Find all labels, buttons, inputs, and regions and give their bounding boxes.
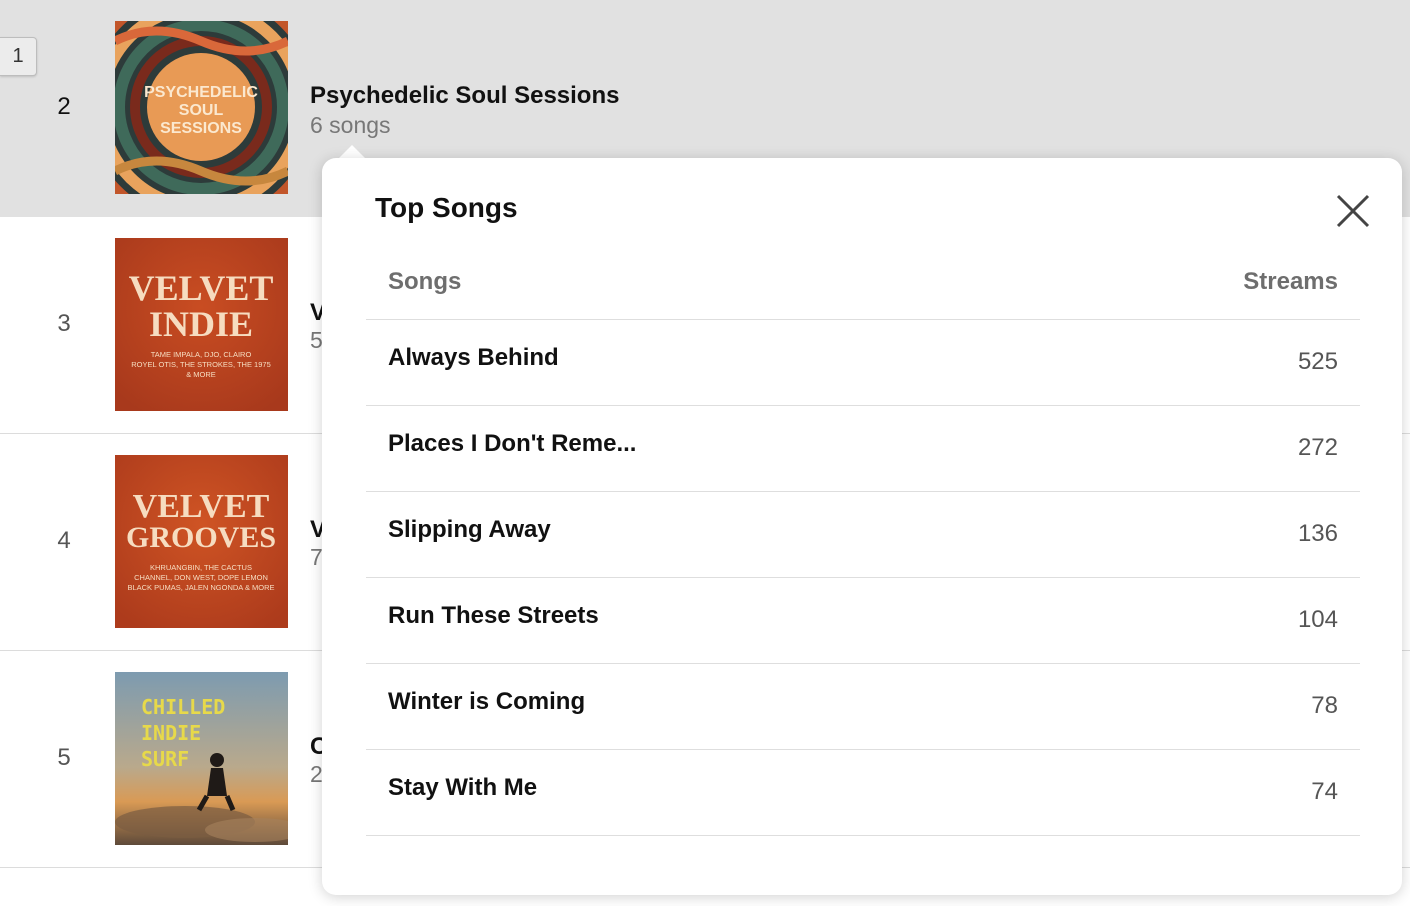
cover-line-1: VELVET [133,488,270,525]
stream-count: 136 [1297,520,1338,547]
rank-number: 5 [57,744,71,771]
playlist-list-page: 2 PSYCHEDELIC SOUL SESSIONS Psychedelic … [0,0,1410,906]
table-row[interactable]: Always Behind 525 [366,320,1360,406]
cover-line-5: & MORE [186,370,216,379]
playlist-song-count: 7 [310,544,323,570]
rank-number: 3 [57,310,71,337]
cover-line-5: BLACK PUMAS, JALEN NGONDA & MORE [127,583,274,592]
cover-line-4: CHANNEL, DON WEST, DOPE LEMON [134,573,268,582]
streams-column-header[interactable]: Streams [1243,268,1338,296]
table-row[interactable]: Winter is Coming 78 [366,664,1360,750]
psychedelic-soul-cover[interactable]: PSYCHEDELIC SOUL SESSIONS [115,21,288,194]
table-row[interactable]: Slipping Away 136 [366,492,1360,578]
rank-number: 2 [57,93,71,120]
cover-line-2: GROOVES [126,521,276,554]
velvet-grooves-cover[interactable]: VELVET GROOVES KHRUANGBIN, THE CACTUS CH… [115,455,288,628]
playlist-title[interactable]: Psychedelic Soul Sessions [310,82,619,110]
stream-count: 74 [1311,778,1338,805]
cover-line-2: INDIE [149,304,253,344]
popover-arrow [338,145,366,159]
song-title: Slipping Away [388,516,551,543]
table-row[interactable]: Stay With Me 74 [366,750,1360,836]
stream-count: 272 [1297,434,1338,461]
song-title: Always Behind [388,344,559,371]
playlist-song-count: 5 [310,327,323,353]
songs-column-header[interactable]: Songs [388,268,461,296]
song-title: Winter is Coming [388,688,586,715]
table-header: Songs Streams [366,252,1360,320]
song-title: Places I Don't Reme... [388,430,637,457]
cover-line-4: ROYEL OTIS, THE STROKES, THE 1975 [131,360,271,369]
cover-line-1: PSYCHEDELIC [144,84,258,101]
cover-line-1: CHILLED [141,695,225,719]
playlist-song-count: 2 [310,761,323,787]
rank-1-tab[interactable]: 1 [0,37,37,76]
rank-number: 4 [57,527,71,554]
playlist-song-count: 6 songs [310,112,391,138]
velvet-indie-cover[interactable]: VELVET INDIE TAME IMPALA, DJO, CLAIRO RO… [115,238,288,411]
top-songs-popover: Top Songs Songs Streams Always Behind 52… [322,158,1402,895]
cover-line-3: SESSIONS [160,120,242,137]
chilled-indie-surf-cover[interactable]: CHILLED INDIE SURF [115,672,288,845]
cover-line-3: KHRUANGBIN, THE CACTUS [150,563,252,572]
stream-count: 104 [1297,606,1338,633]
cover-line-1: VELVET [129,268,274,308]
stream-count: 525 [1297,348,1338,375]
song-title: Run These Streets [388,602,599,629]
table-row[interactable]: Places I Don't Reme... 272 [366,406,1360,492]
song-title: Stay With Me [388,774,538,801]
popover-title: Top Songs [375,192,518,223]
table-row[interactable]: Run These Streets 104 [366,578,1360,664]
close-icon[interactable] [1332,190,1374,232]
cover-line-2: INDIE [141,721,201,745]
stream-count: 78 [1311,692,1338,719]
cover-line-2: SOUL [179,102,224,119]
cover-line-3: TAME IMPALA, DJO, CLAIRO [151,350,252,359]
cover-line-3: SURF [141,747,189,771]
